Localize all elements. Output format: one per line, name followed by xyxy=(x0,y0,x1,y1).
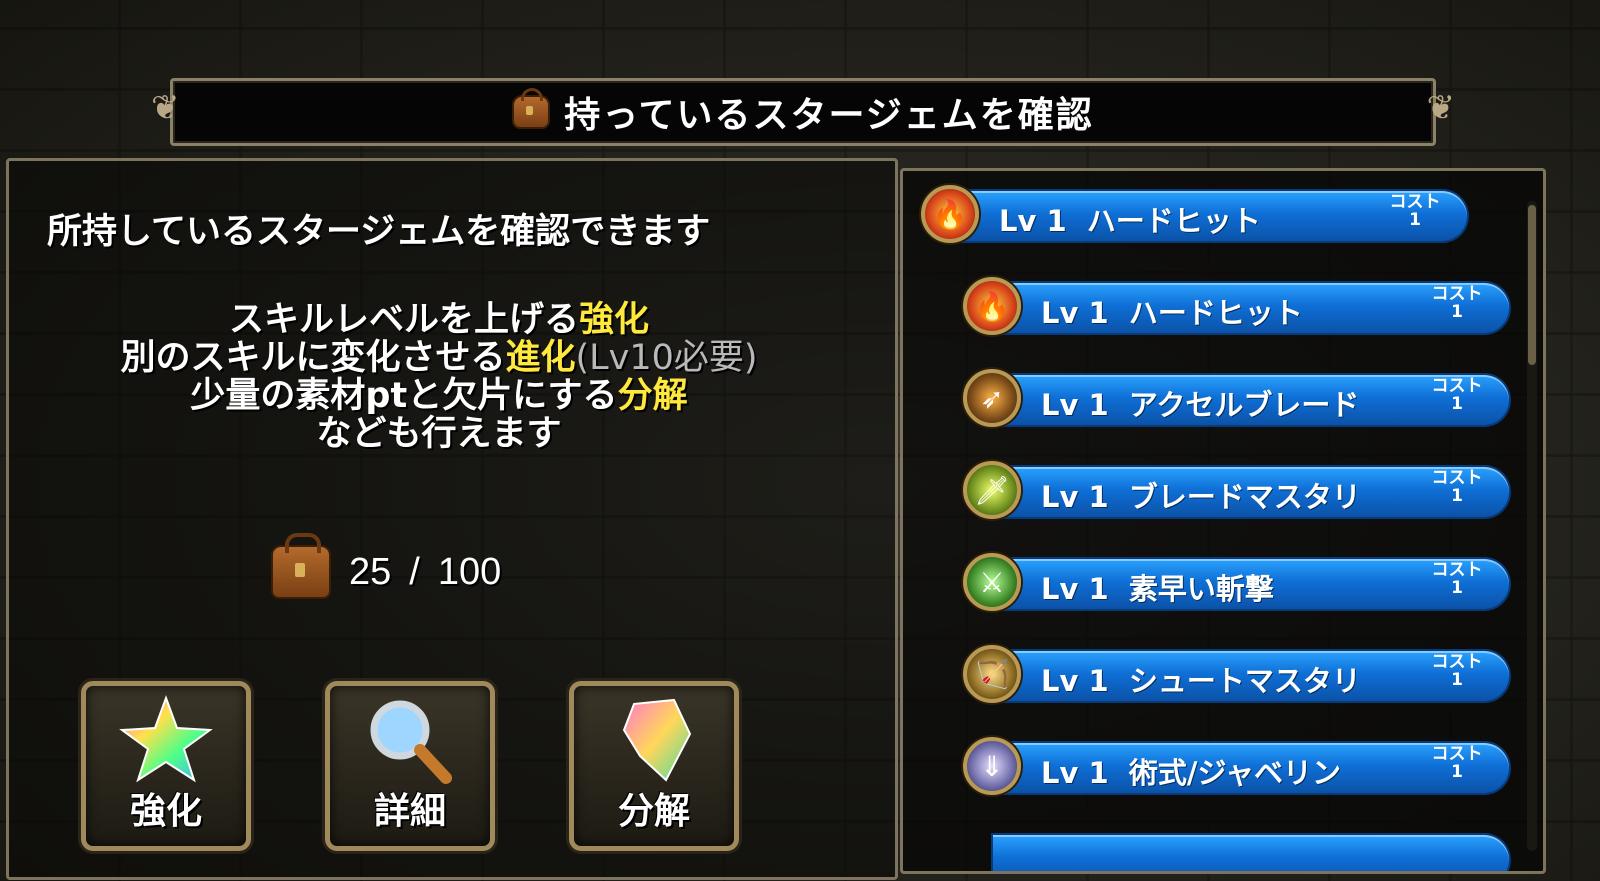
skill-list-panel[interactable]: 🔥 Lv 1 ハードヒット コスト 1 🔥 Lv 1 ハードヒット コスト 1 ➶ … xyxy=(900,168,1546,874)
skill-name: Lv 1 術式/ジャベリン xyxy=(1041,756,1342,790)
skill-cost: コスト 1 xyxy=(1431,468,1483,506)
desc-line-4: なども行えます xyxy=(316,414,562,454)
desc-line-3: 少量の素材ptと欠片にする分解 xyxy=(49,377,829,415)
desc-text: スキルレベルを上げる xyxy=(228,300,579,340)
fire-icon: 🔥 xyxy=(921,185,979,243)
list-item[interactable]: ➶ Lv 1 アクセルブレード コスト 1 xyxy=(963,369,1509,427)
fire-icon: 🔥 xyxy=(963,277,1021,335)
button-label: 分解 xyxy=(617,791,690,832)
skill-cost: コスト 1 xyxy=(1389,192,1441,230)
capacity-separator: / xyxy=(409,550,420,593)
bow-mastery-icon: 🏹 xyxy=(963,645,1021,703)
skill-cost: コスト 1 xyxy=(1431,560,1483,598)
title-bar: ❦ 持っているスタージェムを確認 ❦ xyxy=(151,78,1455,146)
javelin-icon: ⇓ xyxy=(963,737,1021,795)
button-label: 詳細 xyxy=(373,791,446,832)
skill-name: Lv 1 シュートマスタリ xyxy=(1041,664,1361,698)
list-item[interactable]: 🔥 Lv 1 ハードヒット コスト 1 xyxy=(963,277,1509,335)
info-panel: 所持しているスタージェムを確認できます スキルレベルを上げる強化 別のスキルに変… xyxy=(6,158,898,880)
panel-lead-text: 所持しているスタージェムを確認できます xyxy=(47,212,711,252)
sword-mastery-icon: 🗡 xyxy=(963,461,1021,519)
highlight-enhance: 強化 xyxy=(579,300,650,340)
capacity-max: 100 xyxy=(437,550,502,593)
skill-pill xyxy=(993,835,1509,871)
skill-row-selected[interactable]: 🔥 Lv 1 ハードヒット コスト 1 xyxy=(921,185,1467,243)
desc-text: 別のスキルに変化させる xyxy=(120,338,506,378)
quick-slash-icon: ⚔ xyxy=(963,553,1021,611)
highlight-dismantle: 分解 xyxy=(617,376,688,416)
list-item[interactable]: ⇓ Lv 1 術式/ジャベリン コスト 1 xyxy=(963,737,1509,795)
list-item[interactable]: 🏹 Lv 1 シュートマスタリ コスト 1 xyxy=(963,645,1509,703)
desc-line-2: 別のスキルに変化させる進化(Lv10必要) xyxy=(49,339,829,377)
button-label: 強化 xyxy=(129,791,202,832)
skill-cost: コスト 1 xyxy=(1431,652,1483,690)
ornament-left: ❦ xyxy=(151,88,180,128)
bag-icon xyxy=(512,88,551,129)
skill-name: Lv 1 素早い斬撃 xyxy=(1041,572,1274,606)
skill-cost: コスト 1 xyxy=(1431,284,1483,322)
evolve-requirement-note: (Lv10必要) xyxy=(575,338,758,378)
capacity-current: 25 xyxy=(349,550,392,593)
list-item-partial[interactable] xyxy=(963,833,1509,871)
skill-name: Lv 1 ブレードマスタリ xyxy=(1041,480,1361,514)
skill-name: Lv 1 アクセルブレード xyxy=(1041,388,1360,422)
bag-icon xyxy=(271,533,331,599)
skill-cost: コスト 1 xyxy=(1431,376,1483,414)
enhance-button[interactable]: 強化 xyxy=(81,681,251,851)
skill-list-scrollbar[interactable] xyxy=(1527,201,1537,851)
desc-text: 少量の素材ptと欠片にする xyxy=(190,376,618,416)
page-title: 持っているスタージェムを確認 xyxy=(564,95,1094,136)
highlight-evolve: 進化 xyxy=(505,338,576,378)
details-button[interactable]: 詳細 xyxy=(325,681,495,851)
scrollbar-thumb[interactable] xyxy=(1528,205,1536,365)
dismantle-button[interactable]: 分解 xyxy=(569,681,739,851)
blade-dash-icon: ➶ xyxy=(963,369,1021,427)
gem-capacity: 25 / 100 xyxy=(271,533,502,599)
skill-cost: コスト 1 xyxy=(1431,744,1483,782)
ornament-right: ❦ xyxy=(1426,88,1456,128)
description-block: スキルレベルを上げる強化 別のスキルに変化させる進化(Lv10必要) 少量の素材… xyxy=(49,301,829,453)
skill-name: Lv 1 ハードヒット xyxy=(1041,296,1303,330)
desc-line-1: スキルレベルを上げる強化 xyxy=(49,301,829,339)
list-item[interactable]: 🗡 Lv 1 ブレードマスタリ コスト 1 xyxy=(963,461,1509,519)
skill-name: Lv 1 ハードヒット xyxy=(999,204,1261,238)
list-item[interactable]: ⚔ Lv 1 素早い斬撃 コスト 1 xyxy=(963,553,1509,611)
